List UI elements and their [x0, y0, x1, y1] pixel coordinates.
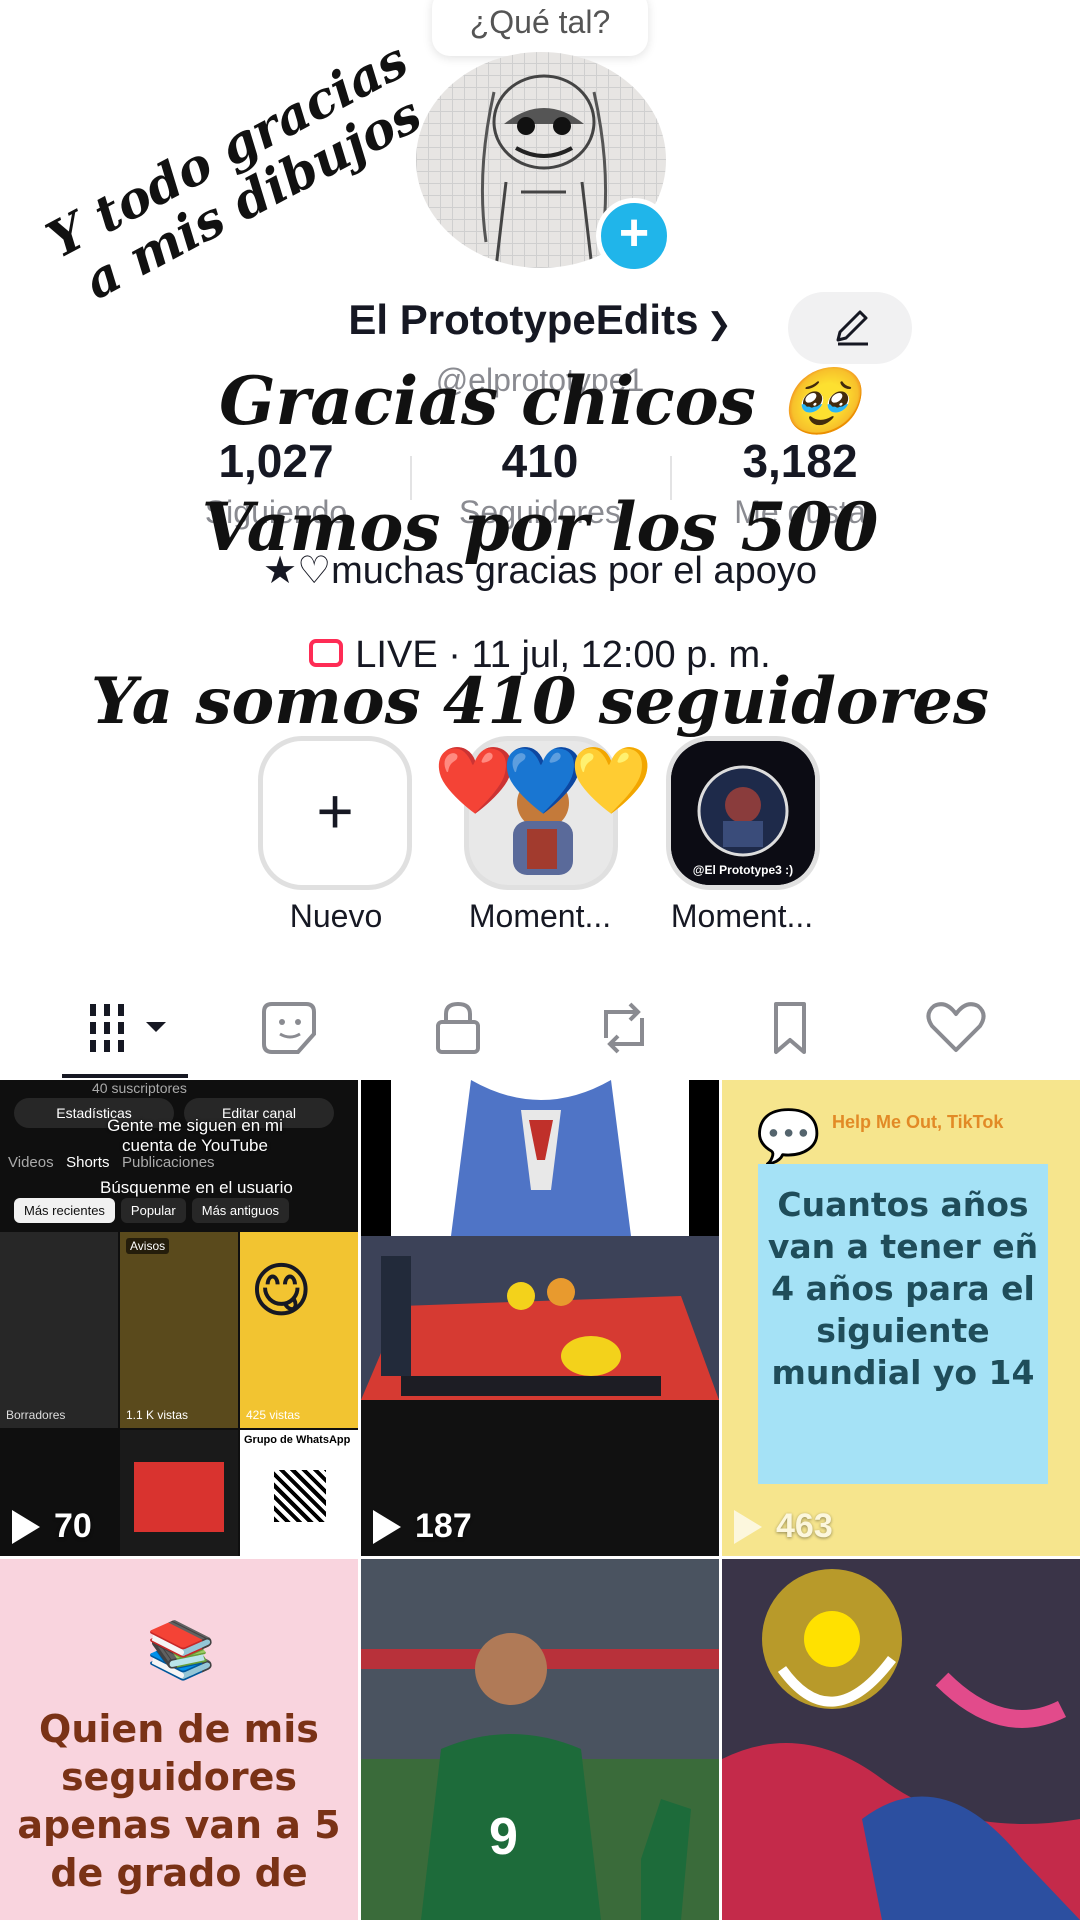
yt-tabs: Videos Shorts Publicaciones: [8, 1154, 215, 1171]
emoji-face-icon: 😋: [250, 1257, 313, 1324]
player-image: [361, 1559, 719, 1920]
play-icon: [734, 1509, 762, 1544]
view-count-text: 70: [54, 1507, 92, 1545]
speech-emoji-icon: 💬: [756, 1108, 821, 1166]
question-text: Quien de mis seguidores apenas van a 5 d…: [17, 1707, 341, 1895]
add-story-button[interactable]: +: [596, 198, 672, 274]
view-count: 70: [12, 1507, 92, 1546]
video-caption: Gente me siguen en mi cuenta de YouTube: [107, 1116, 283, 1155]
yt-tab: Publicaciones: [121, 1154, 215, 1171]
video-thumbnail[interactable]: 187: [361, 1080, 719, 1556]
story-new[interactable]: +: [258, 736, 412, 890]
story-hearts-overlay: ❤️💙💛: [434, 743, 653, 817]
display-name: El PrototypeEdits: [348, 296, 699, 343]
chevron-down-icon: ❯: [706, 308, 732, 341]
overlay-text-thanks: Gracias chicos 🥹: [219, 362, 861, 440]
video-grid: 40 suscriptores Estadísticas Editar cana…: [0, 1080, 1080, 1920]
bookmark-icon[interactable]: [750, 998, 830, 1058]
overlay-text-drawings: Y todo gracias a mis dibujos: [37, 30, 431, 311]
edit-profile-button[interactable]: [788, 292, 912, 364]
profile-tabs: [0, 978, 1080, 1078]
heart-icon[interactable]: [916, 998, 996, 1058]
play-icon: [373, 1509, 401, 1544]
minecraft-tile: Avisos 1.1 K vistas: [120, 1232, 238, 1428]
view-count: 187: [373, 1507, 472, 1546]
video-thumbnail[interactable]: [722, 1559, 1080, 1920]
tile-views: 1.1 K vistas: [126, 1408, 189, 1422]
sticker-icon[interactable]: [252, 998, 332, 1058]
play-icon: [12, 1509, 40, 1544]
yt-tab: Videos: [8, 1154, 54, 1171]
stat-value: 3,182: [742, 435, 858, 487]
yt-filter: Más recientes: [14, 1198, 115, 1223]
group-label: Grupo de WhatsApp: [244, 1434, 351, 1446]
subscriber-count: 40 suscriptores: [92, 1080, 187, 1096]
story-label: Nuevo: [289, 898, 383, 934]
books-icon: 📚: [146, 1618, 216, 1681]
profile-bio: ★♡muchas gracias por el apoyo: [263, 550, 817, 592]
video-thumbnail[interactable]: Help Me Out, TikTok 💬 Cuantos años van a…: [722, 1080, 1080, 1556]
yt-filter: Popular: [120, 1198, 186, 1223]
view-count-text: 463: [776, 1507, 833, 1545]
story-moment-2[interactable]: @El Prototype3 :): [666, 736, 820, 890]
drafts-tile: Borradores: [0, 1232, 118, 1428]
overlay-text-count: Ya somos 410 seguidores: [90, 664, 990, 739]
cartoon-frame: [361, 1080, 719, 1236]
display-name-row[interactable]: El PrototypeEdits ❯: [0, 296, 1080, 344]
note-bubble[interactable]: ¿Qué tal?: [432, 0, 648, 68]
tv-icon: [309, 638, 344, 667]
drafts-label: Borradores: [6, 1408, 66, 1422]
view-count-text: 187: [415, 1507, 472, 1545]
video-thumbnail[interactable]: 9: [361, 1559, 719, 1920]
card-header: Help Me Out, TikTok: [832, 1112, 1004, 1132]
stat-value: 1,027: [218, 435, 334, 487]
video-thumbnail[interactable]: 📚 Quien de mis seguidores apenas van a 5…: [0, 1559, 358, 1920]
avisos-label: Avisos: [126, 1238, 170, 1254]
qr-code-icon: [274, 1470, 326, 1522]
selfie-tile: [120, 1430, 238, 1556]
yt-filter: Más antiguos: [191, 1198, 290, 1223]
question-card: Cuantos años van a tener eñ 4 años para …: [758, 1164, 1048, 1484]
active-tab-indicator: [62, 1074, 188, 1078]
yt-filters: Más recientes Popular Más antiguos: [14, 1198, 290, 1223]
jersey-number: 9: [489, 1808, 518, 1866]
emoji-tile: 😋 425 vistas: [240, 1232, 358, 1428]
stat-value: 410: [501, 435, 579, 487]
lock-icon[interactable]: [418, 998, 498, 1058]
tile-views: 425 vistas: [246, 1408, 301, 1422]
repost-icon[interactable]: [584, 998, 664, 1058]
grid-icon[interactable]: [84, 998, 174, 1058]
whatsapp-tile: Grupo de WhatsApp: [240, 1430, 358, 1556]
story-caption: @El Prototype3 :): [692, 863, 794, 877]
story-label: Moment...: [468, 898, 612, 934]
view-count: 463: [734, 1507, 833, 1546]
pencil-icon: [836, 310, 868, 346]
story-label: Moment...: [670, 898, 814, 934]
plus-icon: +: [316, 775, 354, 847]
monster-artwork: [722, 1559, 1080, 1920]
video-caption: Búsquenme en el usuario: [100, 1178, 293, 1197]
game-frame: [361, 1236, 719, 1400]
video-thumbnail[interactable]: 40 suscriptores Estadísticas Editar cana…: [0, 1080, 358, 1556]
yt-tab: Shorts: [66, 1154, 110, 1171]
